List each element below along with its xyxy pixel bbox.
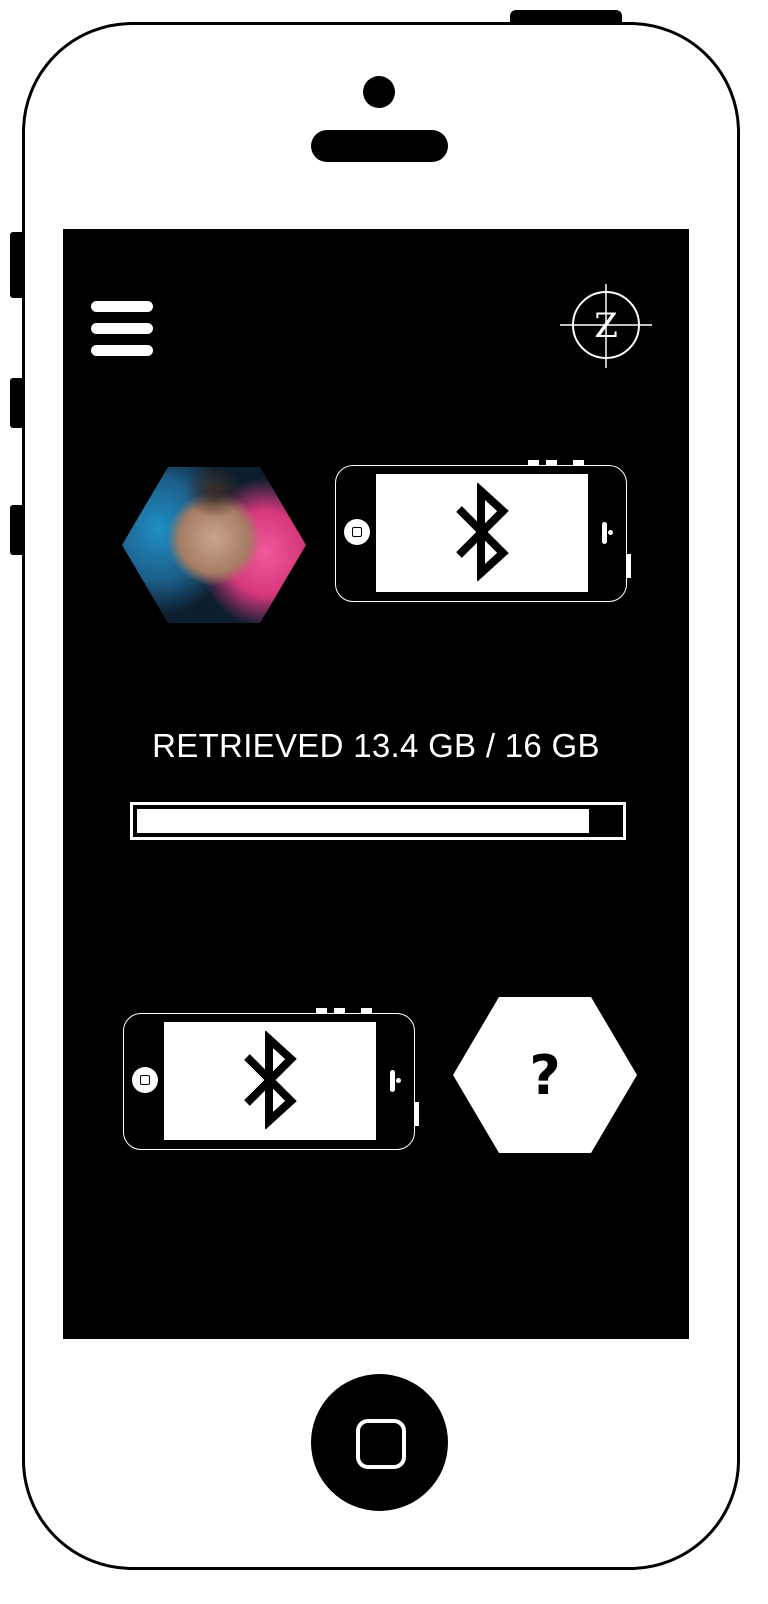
user-avatar[interactable] xyxy=(122,467,306,623)
unknown-recipient-hexagon[interactable]: ? xyxy=(453,997,637,1153)
source-device[interactable] xyxy=(335,460,631,602)
crosshair-z-logo[interactable]: Z xyxy=(560,284,654,368)
home-button-icon xyxy=(356,1419,406,1469)
transfer-progress-bar xyxy=(130,802,626,840)
earpiece-speaker xyxy=(311,130,448,162)
target-device[interactable] xyxy=(123,1008,419,1150)
device-home-button xyxy=(344,519,370,545)
home-button[interactable] xyxy=(311,1374,448,1511)
transfer-progress-fill xyxy=(137,809,589,833)
hamburger-menu-icon[interactable] xyxy=(91,301,153,357)
bluetooth-icon xyxy=(244,1031,297,1129)
front-camera xyxy=(363,76,395,108)
device-home-button xyxy=(132,1067,158,1093)
logo-letter: Z xyxy=(594,306,618,346)
question-mark: ? xyxy=(529,1043,561,1107)
bluetooth-icon xyxy=(456,483,509,581)
transfer-status-text: RETRIEVED 13.4 GB / 16 GB xyxy=(152,727,600,764)
app-screen: Z RETRIEVED 13.4 GB / 16 GB ? xyxy=(63,229,689,1339)
